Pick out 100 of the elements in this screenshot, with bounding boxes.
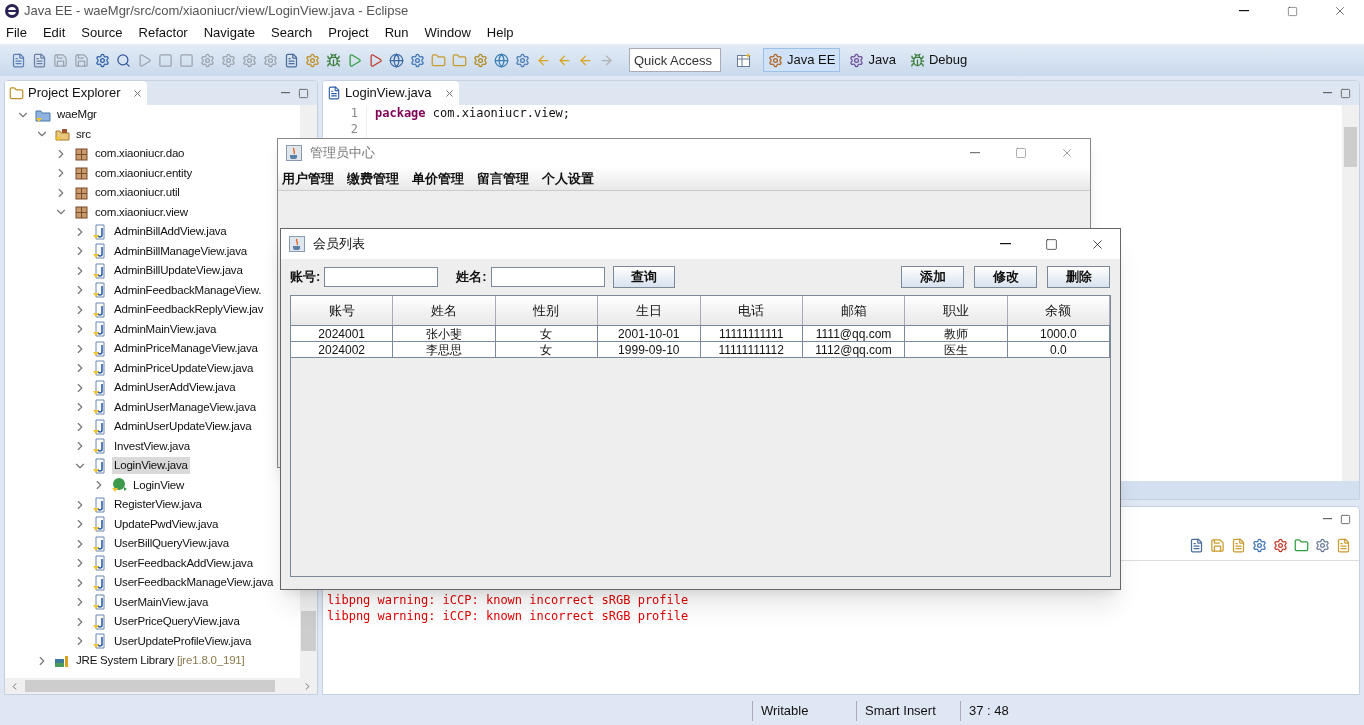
gear-icon[interactable]: [305, 52, 320, 68]
tree-item[interactable]: AdminUserUpdateView.java: [112, 418, 254, 436]
tree-item[interactable]: LoginView: [131, 476, 187, 494]
gear-icon[interactable]: [473, 52, 488, 68]
search-icon[interactable]: [116, 52, 131, 68]
text-field[interactable]: [324, 267, 439, 287]
text-field[interactable]: [490, 267, 605, 287]
menu-item[interactable]: Window: [422, 23, 473, 43]
vertical-scrollbar[interactable]: [1342, 105, 1359, 481]
menu-item[interactable]: 个人设置: [542, 168, 594, 189]
gear-icon[interactable]: [410, 52, 425, 68]
tree-item[interactable]: UpdatePwdView.java: [112, 515, 221, 533]
maximize-icon[interactable]: [1340, 513, 1351, 525]
column-header[interactable]: 生日: [598, 296, 701, 325]
column-header[interactable]: 邮箱: [802, 296, 906, 325]
tree-item[interactable]: JRE System Library [jre1.8.0_191]: [74, 652, 247, 670]
tree-item[interactable]: waeMgr: [55, 106, 99, 124]
globe-icon[interactable]: [494, 52, 509, 68]
column-header[interactable]: 姓名: [393, 296, 496, 325]
document-icon[interactable]: [284, 52, 299, 68]
tree-item[interactable]: AdminBillAddView.java: [112, 223, 229, 241]
perspective-button[interactable]: Debug: [904, 48, 973, 72]
tree-item[interactable]: AdminFeedbackReplyView.jav: [112, 301, 266, 319]
close-icon[interactable]: [443, 87, 455, 99]
menu-item[interactable]: Project: [326, 23, 371, 43]
maximize-icon[interactable]: [298, 87, 309, 99]
tree-item[interactable]: UserMainView.java: [112, 593, 211, 611]
tree-item[interactable]: AdminFeedbackManageView.: [112, 281, 264, 299]
tree-item[interactable]: AdminBillUpdateView.java: [112, 262, 245, 280]
gear-icon[interactable]: [1273, 538, 1288, 553]
menu-item[interactable]: Source: [79, 23, 125, 43]
tree-item[interactable]: AdminUserManageView.java: [112, 398, 258, 416]
gear-icon[interactable]: [95, 52, 110, 68]
tree-item[interactable]: com.xiaoniucr.util: [93, 184, 182, 202]
folder-icon[interactable]: [1294, 538, 1309, 553]
save-icon[interactable]: [74, 52, 89, 68]
tree-item[interactable]: AdminUserAddView.java: [112, 379, 238, 397]
menu-item[interactable]: Navigate: [201, 23, 257, 43]
gear-icon[interactable]: [515, 52, 530, 68]
column-header[interactable]: 性别: [495, 296, 599, 325]
gear-icon[interactable]: [1252, 538, 1267, 553]
horizontal-scrollbar[interactable]: [5, 678, 317, 694]
perspective-button[interactable]: Java: [844, 48, 901, 72]
tree-item[interactable]: UserFeedbackAddView.java: [112, 554, 255, 572]
tree-item[interactable]: UserUpdateProfileView.java: [112, 632, 254, 650]
tree-item[interactable]: AdminPriceManageView.java: [112, 340, 260, 358]
menu-item[interactable]: 用户管理: [282, 168, 334, 189]
folder-icon[interactable]: [431, 52, 446, 68]
tree-item[interactable]: com.xiaoniucr.entity: [93, 164, 194, 182]
menu-item[interactable]: Edit: [40, 23, 68, 43]
tree-item[interactable]: UserFeedbackManageView.java: [112, 574, 276, 592]
document-icon[interactable]: [1189, 538, 1204, 553]
menu-item[interactable]: Help: [484, 23, 516, 43]
perspective-button[interactable]: Java EE: [763, 48, 841, 72]
play-icon[interactable]: [347, 52, 362, 68]
menu-item[interactable]: Refactor: [136, 23, 190, 43]
tree-item[interactable]: AdminBillManageView.java: [112, 242, 250, 260]
save-icon[interactable]: [53, 52, 68, 68]
menu-item[interactable]: Run: [382, 23, 411, 43]
minimize-icon[interactable]: [1323, 518, 1332, 520]
menu-item[interactable]: 缴费管理: [347, 168, 399, 189]
close-icon[interactable]: [132, 87, 144, 99]
menu-item[interactable]: 单价管理: [412, 168, 464, 189]
tree-item[interactable]: AdminMainView.java: [112, 320, 219, 338]
tree-item[interactable]: InvestView.java: [112, 437, 193, 455]
editor-tab[interactable]: LoginView.java: [323, 81, 459, 105]
minimize-icon[interactable]: [281, 92, 290, 94]
column-header[interactable]: 电话: [700, 296, 803, 325]
tree-item[interactable]: RegisterView.java: [112, 496, 204, 514]
open-perspective-icon[interactable]: [736, 52, 752, 68]
search-button[interactable]: 查询: [612, 266, 675, 288]
tree-item[interactable]: AdminPriceUpdateView.java: [112, 359, 256, 377]
quick-access-field[interactable]: Quick Access: [629, 48, 721, 72]
tree-item[interactable]: src: [74, 125, 93, 143]
document-icon[interactable]: [1336, 538, 1351, 553]
action-button[interactable]: 删除: [1047, 266, 1110, 288]
document-icon[interactable]: [32, 52, 47, 68]
column-header[interactable]: 账号: [291, 296, 394, 325]
minimize-icon[interactable]: [1323, 92, 1332, 94]
document-icon[interactable]: [1231, 538, 1246, 553]
tree-item[interactable]: LoginView.java: [112, 457, 190, 475]
gear-icon[interactable]: [1315, 538, 1330, 553]
menu-item[interactable]: 留言管理: [477, 168, 529, 189]
tree-item[interactable]: com.xiaoniucr.dao: [93, 145, 187, 163]
tree-item[interactable]: UserBillQueryView.java: [112, 535, 231, 553]
tree-item[interactable]: UserPriceQueryView.java: [112, 613, 242, 631]
menu-item[interactable]: Search: [269, 23, 315, 43]
action-button[interactable]: 修改: [974, 266, 1037, 288]
document-icon[interactable]: [11, 52, 26, 68]
bug-icon[interactable]: [326, 52, 341, 68]
tree-item[interactable]: com.xiaoniucr.view: [93, 203, 190, 221]
column-header[interactable]: 职业: [905, 296, 1008, 325]
save-icon[interactable]: [1210, 538, 1225, 553]
view-tab[interactable]: Project Explorer: [5, 81, 148, 105]
play-icon[interactable]: [368, 52, 383, 68]
action-button[interactable]: 添加: [901, 266, 964, 288]
menu-item[interactable]: File: [4, 23, 29, 43]
globe-icon[interactable]: [389, 52, 404, 68]
column-header[interactable]: 余额: [1007, 296, 1110, 325]
folder-icon[interactable]: [452, 52, 467, 68]
